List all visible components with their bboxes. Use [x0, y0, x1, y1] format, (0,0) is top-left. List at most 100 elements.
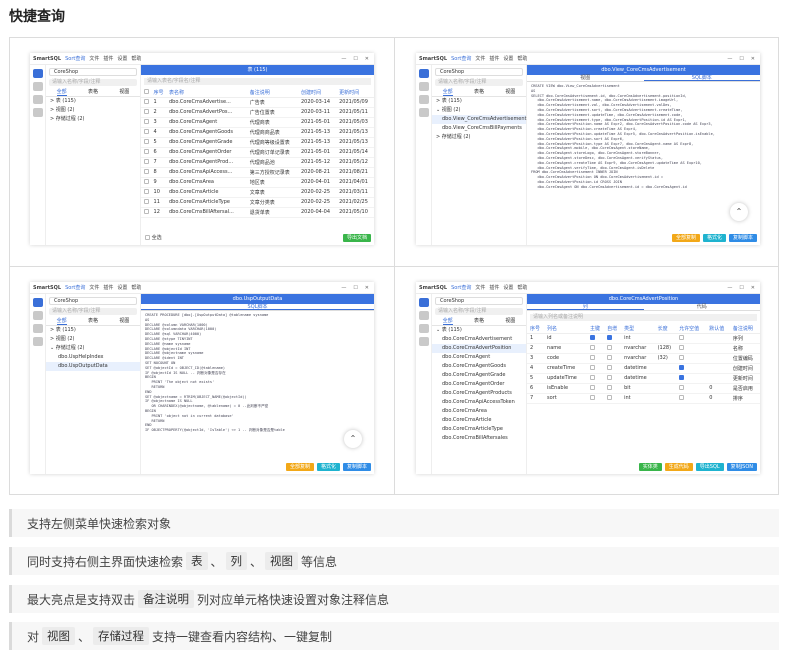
- flag-checkbox[interactable]: [604, 343, 622, 354]
- tree-table-item[interactable]: dbo.CoreCmsArticle: [432, 416, 526, 425]
- row-checkbox[interactable]: [141, 107, 151, 118]
- table-row[interactable]: 6 dbo.CoreCmsAgentOrder 代理商订单记录表 2021-05-01…: [141, 147, 374, 158]
- tree-node-tables[interactable]: > 表 (115): [46, 97, 140, 106]
- tree-table-item[interactable]: dbo.CoreCmsArea: [432, 407, 526, 416]
- flag-checkbox[interactable]: [604, 373, 622, 384]
- copy-script-button[interactable]: 复制脚本: [728, 234, 757, 242]
- table-row[interactable]: 9 dbo.CoreCmsArea 地区表 2020-04-01 2021/04/01: [141, 177, 374, 188]
- table-row[interactable]: 11 dbo.CoreCmsArticleType 文章分类表 2020-02-25 2…: [141, 197, 374, 208]
- tree-node-tables[interactable]: > 表 (115): [46, 326, 140, 335]
- database-select[interactable]: CoreShop: [49, 68, 137, 76]
- table-row[interactable]: 6 isEnable bit 0 是否启用: [527, 383, 760, 394]
- tree-table-item[interactable]: dbo.CoreCmsAgentGrade: [432, 371, 526, 380]
- flag-checkbox[interactable]: [676, 333, 707, 344]
- export-sql-button[interactable]: 导出SQL: [695, 463, 724, 471]
- table-row[interactable]: 5 dbo.CoreCmsAgentGrade 代理商等级设置表 2021-05-13…: [141, 137, 374, 148]
- flag-checkbox[interactable]: [604, 383, 622, 394]
- flag-checkbox[interactable]: [604, 393, 622, 404]
- table-row[interactable]: 8 dbo.CoreCmsApiAccess... 第三方授权记录表 2020-08-…: [141, 167, 374, 178]
- tree-node-views[interactable]: > 视图 (2): [46, 335, 140, 344]
- table-row[interactable]: 1 dbo.CoreCmsAdvertise... 广告表 2020-03-14 202…: [141, 97, 374, 108]
- flag-checkbox[interactable]: [587, 383, 605, 394]
- menu-settings[interactable]: 设置: [117, 55, 127, 62]
- tree-proc-item[interactable]: dbo.UspOutputData: [46, 362, 140, 371]
- row-checkbox[interactable]: [141, 147, 151, 158]
- table-row[interactable]: 5 updateTime datetime 更新时间: [527, 373, 760, 384]
- select-all[interactable]: 全选: [145, 234, 162, 241]
- tree-view-item[interactable]: dbo.View_CoreCmsAdvertisement: [432, 115, 527, 124]
- menu-plugin[interactable]: 插件: [103, 55, 113, 62]
- flag-checkbox[interactable]: [587, 343, 605, 354]
- row-checkbox[interactable]: [141, 177, 151, 188]
- row-checkbox[interactable]: [141, 167, 151, 178]
- window-controls[interactable]: — ☐ ✕: [341, 56, 374, 62]
- flag-checkbox[interactable]: [604, 363, 622, 374]
- tree-table-item[interactable]: dbo.CoreCmsAdvertPosition: [432, 344, 526, 353]
- row-checkbox[interactable]: [141, 207, 151, 218]
- flag-checkbox[interactable]: [676, 383, 707, 394]
- tab-sql-script[interactable]: SQL脚本: [141, 304, 374, 310]
- row-checkbox[interactable]: [141, 157, 151, 168]
- tab-sql-script[interactable]: SQL脚本: [643, 75, 760, 81]
- tab-columns[interactable]: 列: [527, 304, 644, 310]
- table-row[interactable]: 12 dbo.CoreCmsBillAftersal... 退货单表 2020-04-…: [141, 207, 374, 218]
- row-checkbox[interactable]: [141, 137, 151, 148]
- table-row[interactable]: 7 sort int 0 排序: [527, 393, 760, 404]
- tree-node-tables[interactable]: ⌄ 表 (115): [432, 326, 526, 335]
- export-doc-button[interactable]: 导出文档: [342, 234, 371, 242]
- main-search-input[interactable]: 请输入表名/字段名/注释: [144, 78, 371, 85]
- flag-checkbox[interactable]: [587, 333, 605, 344]
- scroll-top-button[interactable]: ⌃: [344, 430, 362, 448]
- flag-checkbox[interactable]: [604, 353, 622, 364]
- row-checkbox[interactable]: [141, 187, 151, 198]
- scroll-top-button[interactable]: ⌃: [730, 203, 748, 221]
- table-row[interactable]: 2 name nvarchar (128) 名称: [527, 343, 760, 354]
- tree-node-procs[interactable]: ⌄ 存储过程 (2): [46, 344, 140, 353]
- tree-table-item[interactable]: dbo.CoreCmsAgentOrder: [432, 380, 526, 389]
- flag-checkbox[interactable]: [604, 333, 622, 344]
- tab-view[interactable]: 视图: [527, 75, 644, 81]
- flag-checkbox[interactable]: [676, 393, 707, 404]
- tree-proc-item[interactable]: dbo.UspHelpIndex: [46, 353, 140, 362]
- menu-help[interactable]: 帮助: [131, 55, 141, 62]
- copy-json-button[interactable]: 复制JSON: [726, 463, 757, 471]
- row-checkbox[interactable]: [141, 97, 151, 108]
- tree-node-procs[interactable]: > 存储过程 (2): [432, 133, 526, 142]
- tree-table-item[interactable]: dbo.CoreCmsApiAccessToken: [432, 398, 526, 407]
- column-search-input[interactable]: 请输入列名或备注说明: [530, 314, 757, 321]
- table-row[interactable]: 4 dbo.CoreCmsAgentGoods 代理商商品表 2021-05-13 20…: [141, 127, 374, 138]
- tree-node-tables[interactable]: > 表 (115): [432, 97, 526, 106]
- tab-all[interactable]: 全部: [56, 89, 67, 96]
- row-checkbox[interactable]: [141, 127, 151, 138]
- tree-view-item[interactable]: dbo.View_CoreCmsBillPayments: [432, 124, 526, 133]
- format-button[interactable]: 格式化: [702, 234, 726, 242]
- row-checkbox[interactable]: [141, 197, 151, 208]
- menu-sort-query[interactable]: Sort查询: [65, 55, 85, 62]
- entity-button[interactable]: 实体类: [638, 463, 662, 471]
- flag-checkbox[interactable]: [676, 343, 707, 354]
- tree-node-views[interactable]: ⌄ 视图 (2): [432, 106, 526, 115]
- flag-checkbox[interactable]: [676, 353, 707, 364]
- generate-code-button[interactable]: 生成代码: [664, 463, 693, 471]
- format-button[interactable]: 格式化: [316, 463, 340, 471]
- tab-code[interactable]: 代码: [644, 304, 761, 310]
- table-row[interactable]: 7 dbo.CoreCmsAgentProd... 代理商品池 2021-05-12 2…: [141, 157, 374, 168]
- table-row[interactable]: 4 createTime datetime 创建时间: [527, 363, 760, 374]
- copy-all-button[interactable]: 全部复制: [671, 234, 700, 242]
- table-row[interactable]: 10 dbo.CoreCmsArticle 文章表 2020-02-25 2021/03…: [141, 187, 374, 198]
- tree-table-item[interactable]: dbo.CoreCmsBillAftersales: [432, 434, 526, 443]
- tree-node-views[interactable]: > 视图 (2): [46, 106, 140, 115]
- tab-views[interactable]: 视图: [119, 89, 129, 96]
- table-row[interactable]: 2 dbo.CoreCmsAdvertPos... 广告位置表 2020-03-11 2…: [141, 107, 374, 118]
- table-row[interactable]: 3 dbo.CoreCmsAgent 代理商表 2021-05-01 2021/05/0…: [141, 117, 374, 128]
- table-row[interactable]: 1 id int 序列: [527, 333, 760, 344]
- copy-all-button[interactable]: 全部复制: [285, 463, 314, 471]
- flag-checkbox[interactable]: [587, 353, 605, 364]
- flag-checkbox[interactable]: [587, 363, 605, 374]
- tab-tables[interactable]: 表格: [88, 89, 98, 96]
- tree-table-item[interactable]: dbo.CoreCmsAgentGoods: [432, 362, 526, 371]
- flag-checkbox[interactable]: [587, 393, 605, 404]
- tree-table-item[interactable]: dbo.CoreCmsAdvertisement: [432, 335, 526, 344]
- tree-table-item[interactable]: dbo.CoreCmsAgent: [432, 353, 526, 362]
- tree-table-item[interactable]: dbo.CoreCmsArticleType: [432, 425, 526, 434]
